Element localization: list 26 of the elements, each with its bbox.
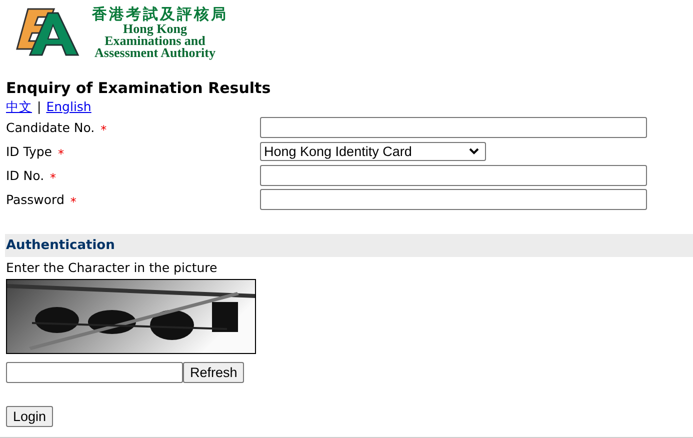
- field-label: Password: [6, 192, 64, 206]
- text-field[interactable]: [260, 188, 647, 210]
- section-title: Authentication: [6, 238, 115, 253]
- instruction-text: Enter the Character in the picture: [6, 260, 218, 276]
- language-link[interactable]: English: [46, 99, 92, 115]
- required-mark: *: [50, 171, 56, 185]
- required-mark: *: [70, 195, 76, 209]
- organization-name: 香港考試及評核局: [92, 5, 228, 23]
- field-label: ID No.: [6, 168, 44, 182]
- login-button[interactable]: Login: [6, 406, 54, 427]
- field-label: Candidate No.: [6, 120, 95, 134]
- refresh-button[interactable]: Refresh: [183, 362, 244, 383]
- chevron-down-icon: [469, 148, 479, 154]
- text-field[interactable]: [260, 116, 647, 138]
- organization-name: Hong Kong: [123, 23, 187, 35]
- text-field[interactable]: [260, 164, 647, 186]
- separator: |: [37, 99, 42, 115]
- id-type-dropdown[interactable]: Hong Kong Identity Card: [260, 142, 486, 160]
- organization-name: Examinations and: [104, 35, 206, 47]
- organization-name: Assessment Authority: [94, 47, 216, 59]
- required-mark: *: [58, 147, 64, 161]
- language-link[interactable]: 中文: [6, 99, 32, 115]
- captcha-field[interactable]: [6, 362, 183, 383]
- field-label: ID Type: [6, 144, 52, 158]
- page-title: Enquiry of Examination Results: [6, 79, 272, 97]
- required-mark: *: [100, 123, 107, 137]
